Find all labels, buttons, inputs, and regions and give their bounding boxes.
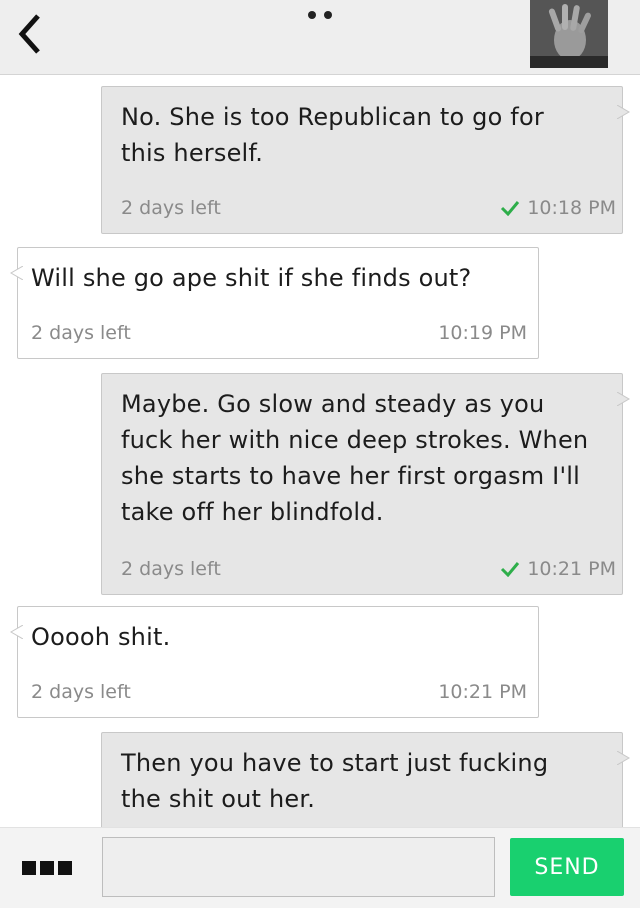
expiry-label: 2 days left bbox=[31, 322, 131, 344]
message-composer: SEND bbox=[0, 827, 640, 908]
bubble-tail bbox=[617, 751, 630, 765]
timestamp: 10:21 PM bbox=[438, 681, 527, 703]
expiry-label: 2 days left bbox=[121, 197, 221, 219]
delivered-check-icon bbox=[500, 201, 520, 216]
message-bubble-outgoing[interactable]: No. She is too Republican to go for this… bbox=[101, 86, 630, 234]
message-bubble-incoming[interactable]: Will she go ape shit if she finds out? 2… bbox=[10, 247, 539, 359]
bubble-tail bbox=[10, 266, 23, 280]
menu-square bbox=[58, 861, 72, 875]
timestamp: 10:19 PM bbox=[438, 322, 527, 344]
menu-square bbox=[40, 861, 54, 875]
conversation-menu-button[interactable] bbox=[305, 11, 335, 21]
hand-photo-icon bbox=[530, 0, 608, 68]
expiry-label: 2 days left bbox=[31, 681, 131, 703]
message-text: Will she go ape shit if she finds out? bbox=[31, 264, 472, 292]
message-text: Then you have to start just fucking the … bbox=[121, 749, 549, 813]
delivered-check-icon bbox=[500, 562, 520, 577]
chevron-left-icon bbox=[18, 14, 40, 54]
message-bubble-incoming[interactable]: Ooooh shit. 2 days left 10:21 PM bbox=[10, 606, 539, 718]
timestamp: 10:21 PM bbox=[527, 558, 616, 580]
avatar[interactable] bbox=[530, 0, 608, 68]
three-squares-menu-icon bbox=[22, 861, 36, 875]
timestamp: 10:18 PM bbox=[527, 197, 616, 219]
bubble-tail bbox=[10, 625, 23, 639]
message-text: Maybe. Go slow and steady as you fuck he… bbox=[121, 390, 589, 526]
bubble-tail bbox=[617, 105, 630, 119]
message-text: Ooooh shit. bbox=[31, 623, 171, 651]
send-button[interactable]: SEND bbox=[510, 838, 624, 896]
message-meta: 2 days left 10:21 PM bbox=[121, 558, 616, 584]
message-input[interactable] bbox=[102, 837, 495, 897]
message-meta: 2 days left 10:18 PM bbox=[121, 197, 616, 223]
back-button[interactable] bbox=[14, 12, 48, 56]
bubble-tail bbox=[617, 392, 630, 406]
message-text: No. She is too Republican to go for this… bbox=[121, 103, 544, 167]
top-bar bbox=[0, 0, 640, 75]
message-meta: 2 days left 10:19 PM bbox=[31, 322, 527, 348]
attachment-menu-button[interactable] bbox=[22, 861, 72, 875]
dot bbox=[324, 11, 332, 19]
two-dot-icon bbox=[308, 11, 316, 19]
message-bubble-outgoing[interactable]: Maybe. Go slow and steady as you fuck he… bbox=[101, 373, 630, 595]
message-meta: 2 days left 10:21 PM bbox=[31, 681, 527, 707]
expiry-label: 2 days left bbox=[121, 558, 221, 580]
